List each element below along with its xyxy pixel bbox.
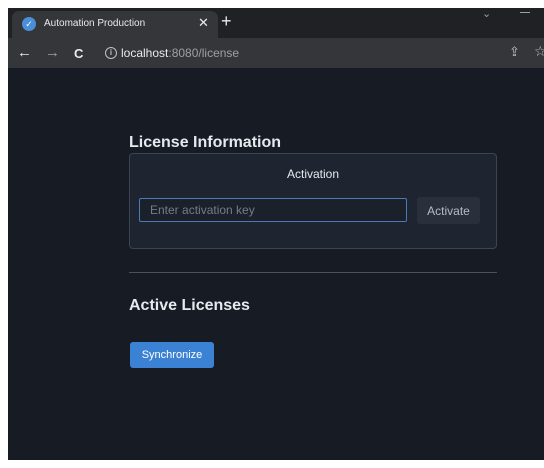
- address-bar[interactable]: localhost:8080/license: [121, 46, 239, 60]
- synchronize-button[interactable]: Synchronize: [130, 342, 214, 368]
- tab-title: Automation Production: [44, 18, 146, 29]
- new-tab-icon[interactable]: +: [221, 11, 232, 31]
- close-icon[interactable]: ✕: [198, 15, 209, 31]
- browser-toolbar: ← → C i localhost:8080/license ⇪ ☆: [8, 38, 544, 68]
- activate-button[interactable]: Activate: [417, 197, 480, 224]
- url-path: :8080/license: [168, 46, 240, 60]
- section-divider: [129, 272, 497, 273]
- back-arrow-icon[interactable]: ←: [17, 44, 32, 62]
- reload-icon[interactable]: C: [74, 45, 83, 63]
- chevron-down-icon[interactable]: ⌄: [482, 8, 491, 20]
- info-icon[interactable]: i: [105, 47, 117, 59]
- favicon-icon: ✓: [22, 17, 36, 31]
- activation-key-input[interactable]: [139, 198, 407, 222]
- page-content: License Information Activation Activate …: [8, 68, 544, 460]
- tab-automation-production[interactable]: ✓ Automation Production ✕: [12, 11, 218, 38]
- bookmark-star-icon[interactable]: ☆: [534, 44, 544, 58]
- url-host: localhost: [121, 46, 169, 60]
- minimize-icon[interactable]: [520, 12, 530, 13]
- share-icon[interactable]: ⇪: [509, 45, 520, 59]
- license-information-title: License Information: [129, 134, 282, 151]
- browser-window: ✓ Automation Production ✕ + ⌄ ← → C i lo…: [8, 8, 544, 460]
- active-licenses-title: Active Licenses: [129, 297, 250, 314]
- tab-strip: ✓ Automation Production ✕ + ⌄: [8, 8, 544, 38]
- activation-panel: Activation Activate: [129, 153, 497, 249]
- activation-header: Activation: [286, 167, 340, 181]
- forward-arrow-icon[interactable]: →: [45, 44, 60, 62]
